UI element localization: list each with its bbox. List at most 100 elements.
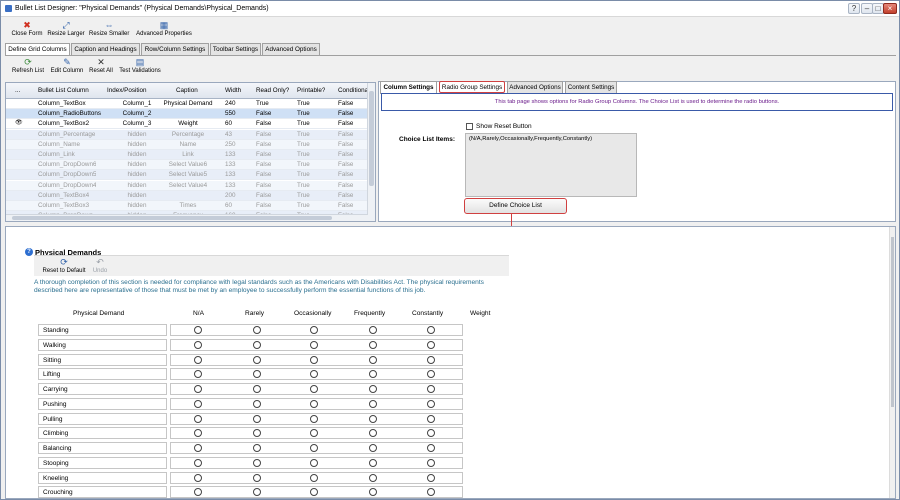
weight-cell[interactable] bbox=[464, 368, 508, 380]
define-choice-list-button[interactable]: Define Choice List bbox=[464, 198, 567, 214]
radio-occasionally[interactable] bbox=[310, 340, 318, 349]
edit-column-button[interactable]: ✎ Edit Column bbox=[50, 58, 84, 75]
grid-vscroll-thumb[interactable] bbox=[369, 91, 374, 186]
radio-occasionally[interactable] bbox=[310, 399, 318, 408]
radio-frequently[interactable] bbox=[369, 444, 377, 452]
header-printable[interactable]: Printable? bbox=[297, 83, 325, 98]
radio-na[interactable] bbox=[194, 355, 202, 364]
radio-constantly[interactable] bbox=[427, 399, 435, 408]
header-read-only[interactable]: Read Only? bbox=[256, 83, 289, 98]
radio-frequently[interactable] bbox=[369, 488, 377, 497]
radio-rarely[interactable] bbox=[253, 340, 261, 349]
grid-row[interactable]: Column_DropDown5 hidden Select Value5 133 Fa… bbox=[6, 170, 368, 181]
weight-cell[interactable] bbox=[464, 472, 508, 484]
radio-na[interactable] bbox=[194, 458, 202, 467]
radio-frequently[interactable] bbox=[369, 385, 377, 393]
tab-row-column-settings[interactable]: Row/Column Settings bbox=[141, 43, 209, 55]
radio-na[interactable] bbox=[194, 414, 202, 423]
radio-rarely[interactable] bbox=[253, 385, 261, 393]
radio-rarely[interactable] bbox=[253, 488, 261, 497]
header-caption[interactable]: Caption bbox=[176, 83, 198, 98]
grid-vertical-scrollbar[interactable] bbox=[367, 83, 375, 221]
grid-row[interactable]: Column_DropDown4 hidden Select Value4 133 Fa… bbox=[6, 180, 368, 191]
weight-cell[interactable] bbox=[464, 427, 508, 439]
weight-cell[interactable] bbox=[464, 354, 508, 366]
weight-cell[interactable] bbox=[464, 457, 508, 469]
tab-advanced-options[interactable]: Advanced Options bbox=[262, 43, 320, 55]
grid-row[interactable]: Column_DropDown6 hidden Select Value6 133 Fa… bbox=[6, 160, 368, 171]
resize-larger-button[interactable]: ⤢ Resize Larger bbox=[47, 21, 85, 38]
tab-caption-and-headings[interactable]: Caption and Headings bbox=[71, 43, 140, 55]
grid-row[interactable]: Column_TextBox3 hidden Times 60 False True Fal… bbox=[6, 201, 368, 211]
help-icon[interactable]: ? bbox=[25, 248, 33, 256]
radio-na[interactable] bbox=[194, 444, 202, 452]
weight-cell[interactable] bbox=[464, 383, 508, 395]
undo-button[interactable]: ↶ Undo bbox=[90, 258, 110, 275]
radio-frequently[interactable] bbox=[369, 355, 377, 364]
radio-rarely[interactable] bbox=[253, 355, 261, 364]
radio-na[interactable] bbox=[194, 385, 202, 393]
weight-cell[interactable] bbox=[464, 398, 508, 410]
radio-occasionally[interactable] bbox=[310, 458, 318, 467]
radio-occasionally[interactable] bbox=[310, 473, 318, 482]
close-window-button[interactable]: × bbox=[883, 3, 897, 14]
tab-content-settings[interactable]: Content Settings bbox=[565, 81, 617, 93]
preview-scrollbar[interactable] bbox=[889, 227, 895, 498]
reset-all-button[interactable]: ✕ Reset All bbox=[87, 58, 115, 75]
radio-rarely[interactable] bbox=[253, 458, 261, 467]
radio-occasionally[interactable] bbox=[310, 370, 318, 379]
radio-na[interactable] bbox=[194, 399, 202, 408]
radio-constantly[interactable] bbox=[427, 355, 435, 364]
choice-list-textarea[interactable]: (N/A,Rarely,Occasionally,Frequently,Cons… bbox=[465, 133, 637, 197]
radio-constantly[interactable] bbox=[427, 458, 435, 467]
radio-constantly[interactable] bbox=[427, 414, 435, 423]
preview-scroll-thumb[interactable] bbox=[891, 237, 894, 407]
radio-frequently[interactable] bbox=[369, 473, 377, 482]
test-validations-button[interactable]: ▤ Test Validations bbox=[118, 58, 162, 75]
radio-occasionally[interactable] bbox=[310, 355, 318, 364]
header-bullet-list-column[interactable]: Bullet List Column bbox=[38, 83, 89, 98]
radio-rarely[interactable] bbox=[253, 444, 261, 452]
weight-cell[interactable] bbox=[464, 413, 508, 425]
grid-row[interactable]: Column_Link hidden Link 133 False True False bbox=[6, 150, 368, 160]
radio-constantly[interactable] bbox=[427, 326, 435, 334]
radio-na[interactable] bbox=[194, 429, 202, 438]
grid-row[interactable]: Column_Percentage hidden Percentage 43 False… bbox=[6, 129, 368, 140]
grid-row[interactable]: Column_Name hidden Name 250 False True False bbox=[6, 139, 368, 150]
radio-constantly[interactable] bbox=[427, 370, 435, 379]
radio-occasionally[interactable] bbox=[310, 444, 318, 452]
close-form-button[interactable]: ✖ Close Form bbox=[10, 21, 44, 38]
radio-rarely[interactable] bbox=[253, 414, 261, 423]
radio-frequently[interactable] bbox=[369, 399, 377, 408]
radio-frequently[interactable] bbox=[369, 429, 377, 438]
radio-na[interactable] bbox=[194, 473, 202, 482]
radio-na[interactable] bbox=[194, 370, 202, 379]
radio-occasionally[interactable] bbox=[310, 488, 318, 497]
help-button[interactable]: ? bbox=[848, 3, 860, 14]
radio-constantly[interactable] bbox=[427, 340, 435, 349]
grid-hscroll-thumb[interactable] bbox=[12, 216, 332, 220]
radio-constantly[interactable] bbox=[427, 444, 435, 452]
radio-frequently[interactable] bbox=[369, 414, 377, 423]
grid-row[interactable]: Column_TextBox Column_1 Physical Demand 240… bbox=[6, 99, 368, 109]
radio-na[interactable] bbox=[194, 340, 202, 349]
weight-cell[interactable] bbox=[464, 442, 508, 454]
radio-constantly[interactable] bbox=[427, 385, 435, 393]
radio-na[interactable] bbox=[194, 488, 202, 497]
reset-to-default-button[interactable]: ⟳ Reset to Default bbox=[42, 258, 86, 275]
radio-rarely[interactable] bbox=[253, 473, 261, 482]
radio-occasionally[interactable] bbox=[310, 429, 318, 438]
header-index-position[interactable]: Index/Position bbox=[107, 83, 147, 98]
radio-frequently[interactable] bbox=[369, 340, 377, 349]
radio-occasionally[interactable] bbox=[310, 326, 318, 334]
radio-frequently[interactable] bbox=[369, 326, 377, 334]
radio-frequently[interactable] bbox=[369, 370, 377, 379]
weight-cell[interactable] bbox=[464, 486, 508, 498]
radio-constantly[interactable] bbox=[427, 473, 435, 482]
header-row-selector[interactable]: ... bbox=[15, 83, 20, 98]
radio-rarely[interactable] bbox=[253, 429, 261, 438]
tab-advanced-options-panel[interactable]: Advanced Options bbox=[507, 81, 563, 93]
header-width[interactable]: Width bbox=[225, 83, 241, 98]
grid-row[interactable]: 👁 Column_TextBox2 Column_3 Weight 60 False Tru… bbox=[6, 119, 368, 130]
show-reset-checkbox[interactable] bbox=[466, 123, 473, 130]
